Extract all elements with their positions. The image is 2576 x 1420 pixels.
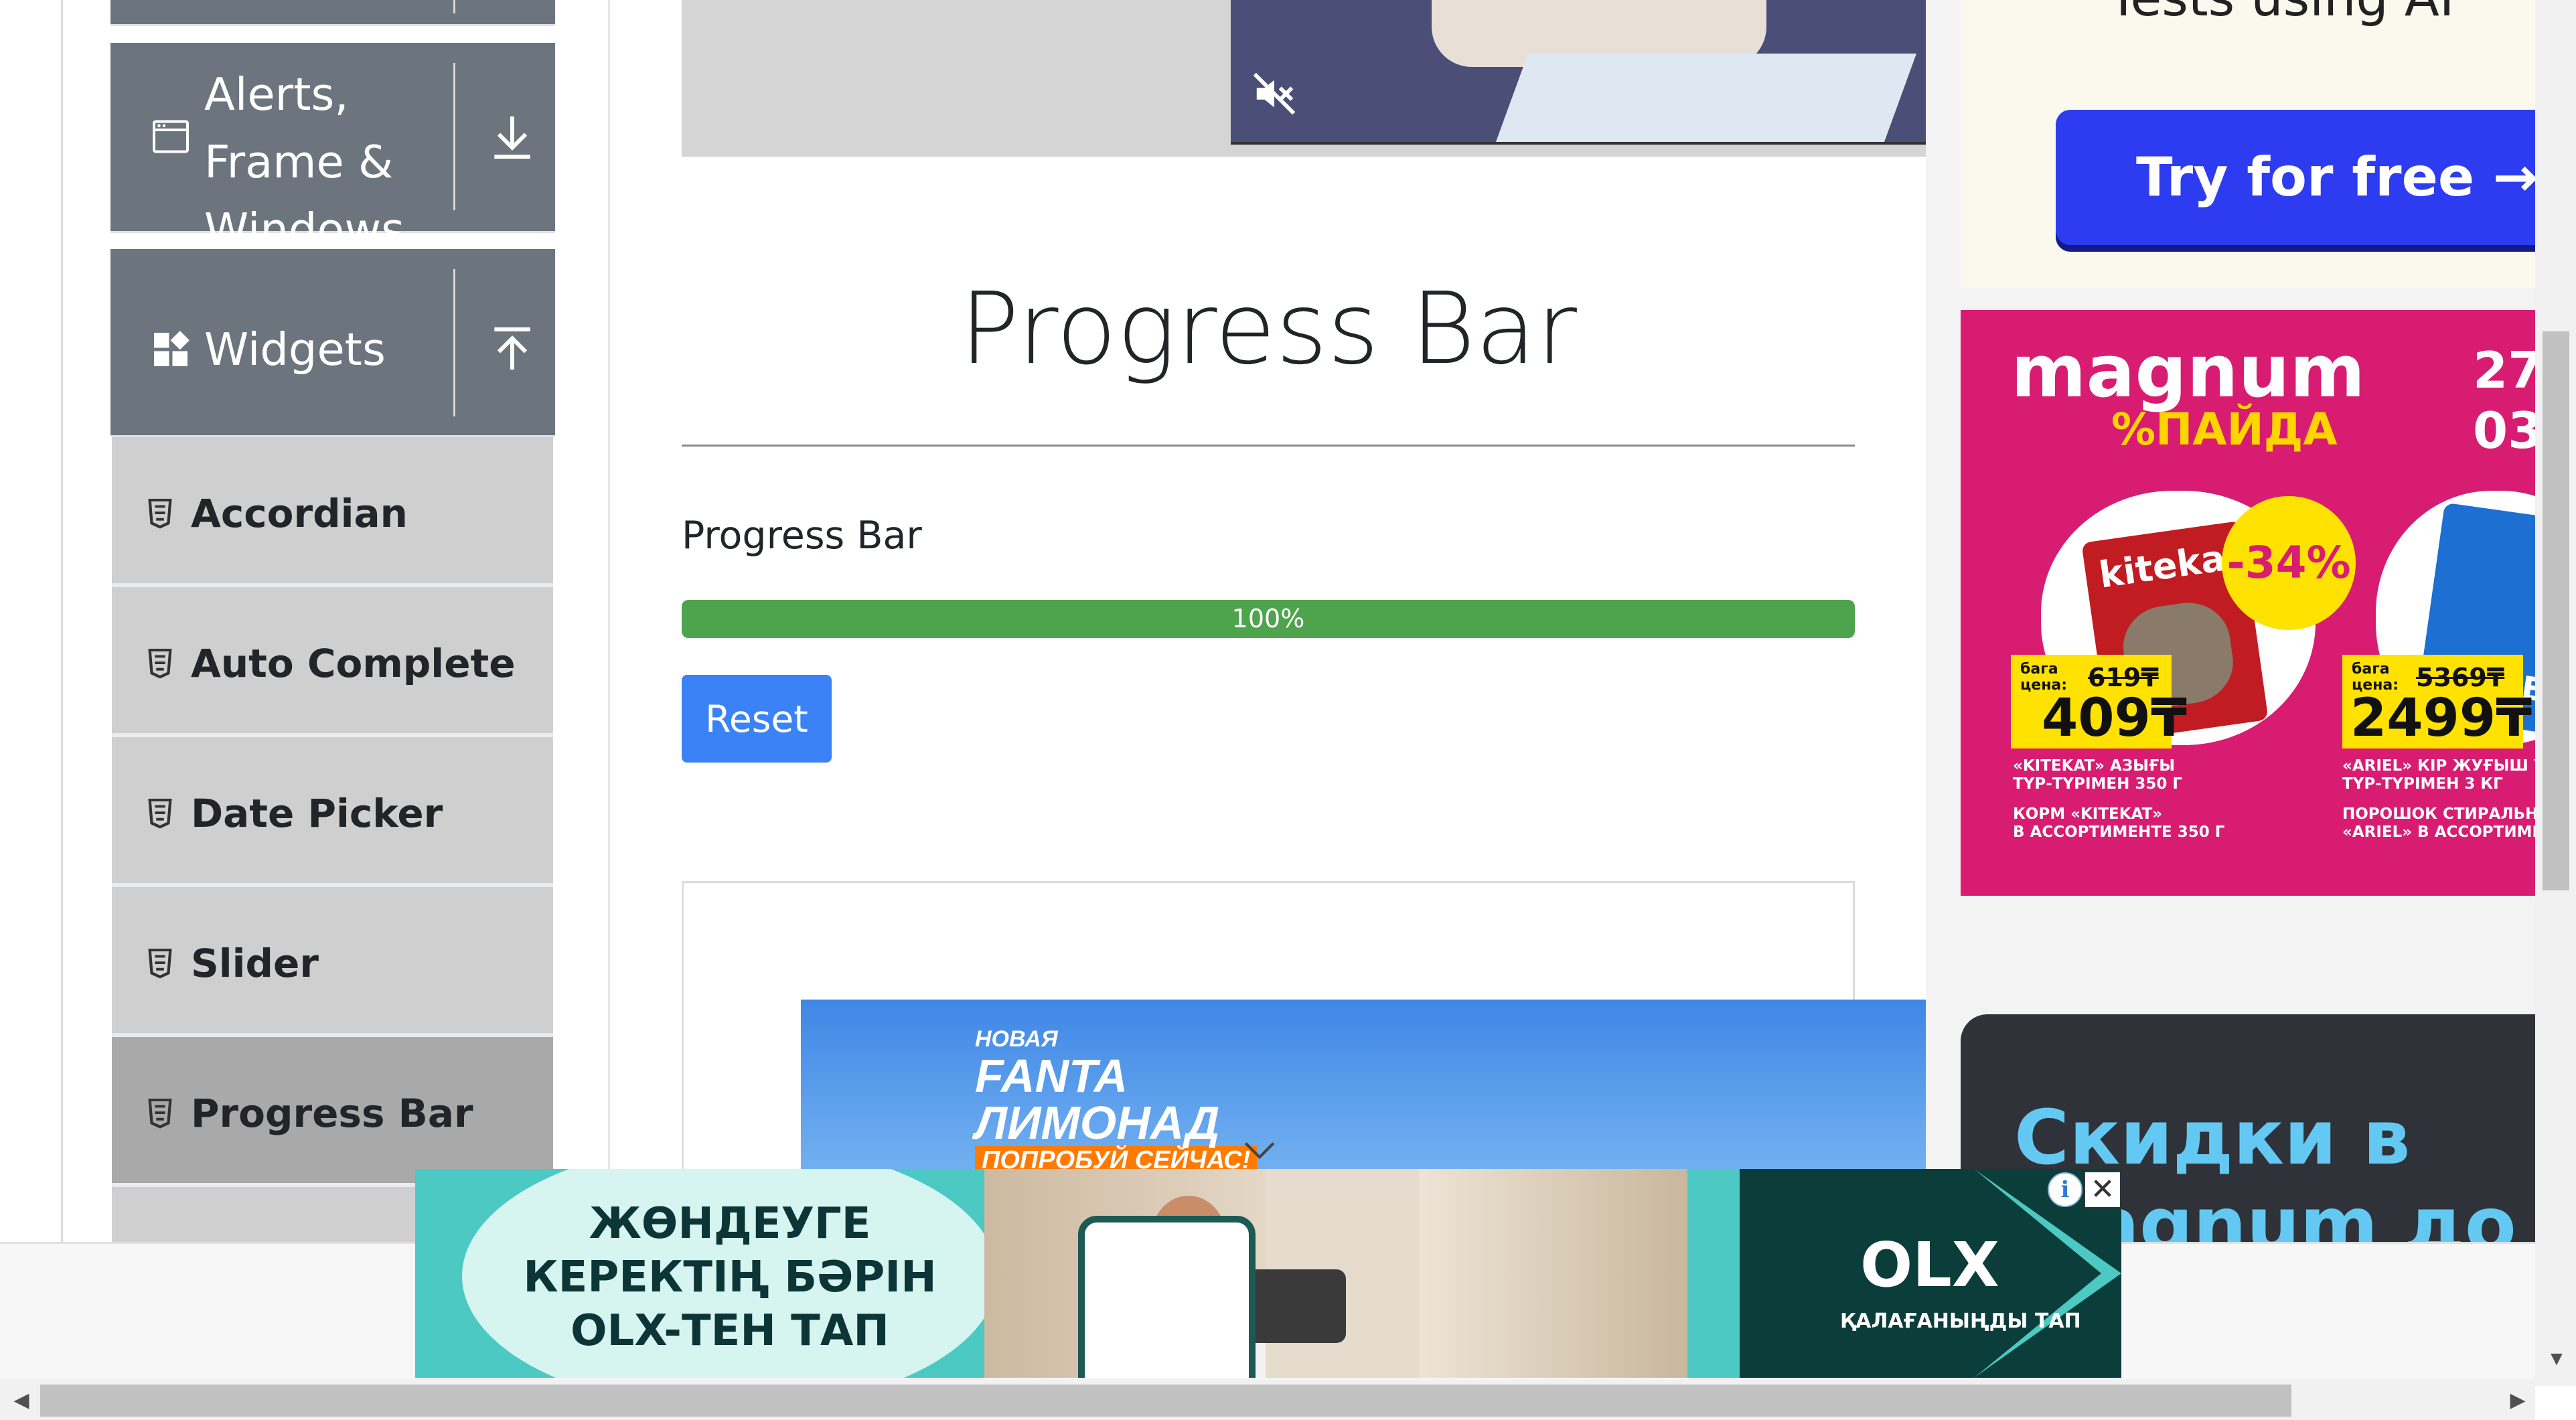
group-header-previous[interactable]: [110, 0, 555, 26]
olx-slogan: ЖӨНДЕУГЕ КЕРЕКТІҢ БӘРІН OLX-ТЕН ТАП: [523, 1199, 937, 1356]
magnum-ad[interactable]: magnum %ПАЙДА 27. 03. kitekat -34% ARIEL…: [1961, 310, 2536, 896]
video-ad-frame[interactable]: [1231, 0, 1926, 145]
fanta-ad-logo: НОВАЯ FANTA ЛИМОНАД ПОПРОБУЙ СЕЙЧАС!: [975, 1026, 1258, 1175]
reset-button[interactable]: Reset: [682, 675, 832, 763]
try-for-free-button[interactable]: Try for free →: [2056, 110, 2536, 245]
scroll-right-arrow-icon[interactable]: ▶: [2504, 1387, 2531, 1414]
widgets-icon: [154, 331, 190, 366]
sidebar-item-label: Slider: [191, 941, 319, 986]
olx-ad-banner[interactable]: ЖӨНДЕУГЕ КЕРЕКТІҢ БӘРІН OLX-ТЕН ТАП OLX …: [415, 1169, 2121, 1378]
ad-close-icon[interactable]: ✕: [2084, 1171, 2121, 1208]
sidebar-item-date-picker[interactable]: Date Picker: [112, 737, 553, 887]
group-divider: [453, 63, 455, 210]
page-title: Progress Bar: [960, 271, 1577, 386]
sidebar-item-label: Auto Complete: [191, 641, 516, 686]
group-header-alerts-frame-windows[interactable]: Alerts, Frame & Windows: [110, 43, 555, 256]
scroll-left-arrow-icon[interactable]: ◀: [8, 1387, 35, 1414]
sidebar-item-accordian[interactable]: Accordian: [112, 437, 553, 587]
progress-bar-fill: 100%: [682, 600, 1855, 638]
sidebar-item-label: Progress Bar: [191, 1091, 473, 1136]
ai-tests-ad-title: Tests using AI: [2108, 0, 2454, 27]
fanta-line3: ЛИМОНАД: [975, 1097, 1220, 1149]
mute-icon[interactable]: [1251, 70, 1298, 117]
ariel-desc-kz: «ARIEL» КІР ЖУҒЫШ ҰНТ ТҮР-ТҮРІМЕН 3 КГ: [2342, 757, 2536, 793]
html5-icon: [148, 799, 172, 829]
window-icon: [153, 120, 189, 153]
new-price: 2499₸: [2350, 688, 2532, 748]
progress-bar: 100%: [682, 600, 1855, 638]
sidebar-item-progress-bar[interactable]: Progress Bar: [112, 1037, 553, 1187]
new-price: 409₸: [2042, 688, 2188, 748]
sidebar-item-auto-complete[interactable]: Auto Complete: [112, 587, 553, 737]
html5-icon: [148, 499, 172, 529]
group-title: Alerts, Frame & Windows: [204, 68, 405, 256]
scroll-down-arrow-icon[interactable]: ▼: [2543, 1346, 2570, 1372]
kitekat-desc-kz: «KITEKAT» АЗЫҒЫ ТҮР-ТҮРІМЕН 350 Г: [2013, 757, 2183, 793]
sidebar-item-label: Accordian: [191, 491, 408, 536]
price-tag-ariel: бага цена: 5369₸ 2499₸: [2342, 655, 2532, 748]
html5-icon: [148, 949, 172, 979]
ai-tests-ad[interactable]: Tests using AI Try for free →: [1961, 0, 2536, 288]
group-divider: [453, 0, 455, 13]
sidebar-item-slider[interactable]: Slider: [112, 887, 553, 1037]
ariel-desc-ru: ПОРОШОК СТИРАЛЬНЫЙ «ARIEL» В АССОРТИМЕНТ…: [2342, 805, 2536, 841]
html5-icon: [148, 649, 172, 679]
olx-logo: OLX: [1860, 1229, 1999, 1301]
progress-bar-label: Progress Bar: [682, 514, 922, 558]
discount-badge: -34%: [2222, 496, 2356, 630]
phone-mockup: [1078, 1216, 1256, 1378]
html5-icon: [148, 1099, 172, 1129]
ad-info-icon[interactable]: i: [2048, 1172, 2082, 1207]
fanta-line1: НОВАЯ: [975, 1026, 1058, 1052]
sidebar-right-border: [608, 0, 610, 1245]
horizontal-scrollbar-thumb[interactable]: [40, 1385, 2291, 1417]
title-divider: [682, 445, 1855, 447]
arrow-down-icon[interactable]: [485, 110, 539, 163]
magnum-sub: %ПАЙДА: [2111, 404, 2338, 455]
arrow-up-icon[interactable]: [485, 323, 539, 376]
group-divider: [453, 269, 455, 416]
chevron-down-icon[interactable]: [1243, 1140, 1276, 1160]
fanta-line2: FANTA: [975, 1050, 1128, 1102]
kitekat-desc-ru: КОРМ «KITEKAT» В АССОРТИМЕНТЕ 350 Г: [2013, 805, 2225, 841]
sidebar-left-border: [61, 0, 63, 1245]
magnum-date: 27. 03.: [2473, 341, 2536, 460]
magnum-logo: magnum: [2011, 330, 2366, 414]
price-tag-kitekat: бага цена: 619₸ 409₸: [2011, 655, 2187, 748]
olx-tagline: ҚАЛАҒАНЫҢДЫ ТАП: [1840, 1310, 2081, 1333]
group-header-widgets[interactable]: Widgets: [110, 249, 555, 437]
vertical-scrollbar-thumb[interactable]: [2543, 331, 2569, 890]
sidebar-item-label: Date Picker: [191, 791, 443, 836]
video-scene-paper: [1495, 54, 1917, 142]
group-title: Widgets: [204, 323, 386, 376]
